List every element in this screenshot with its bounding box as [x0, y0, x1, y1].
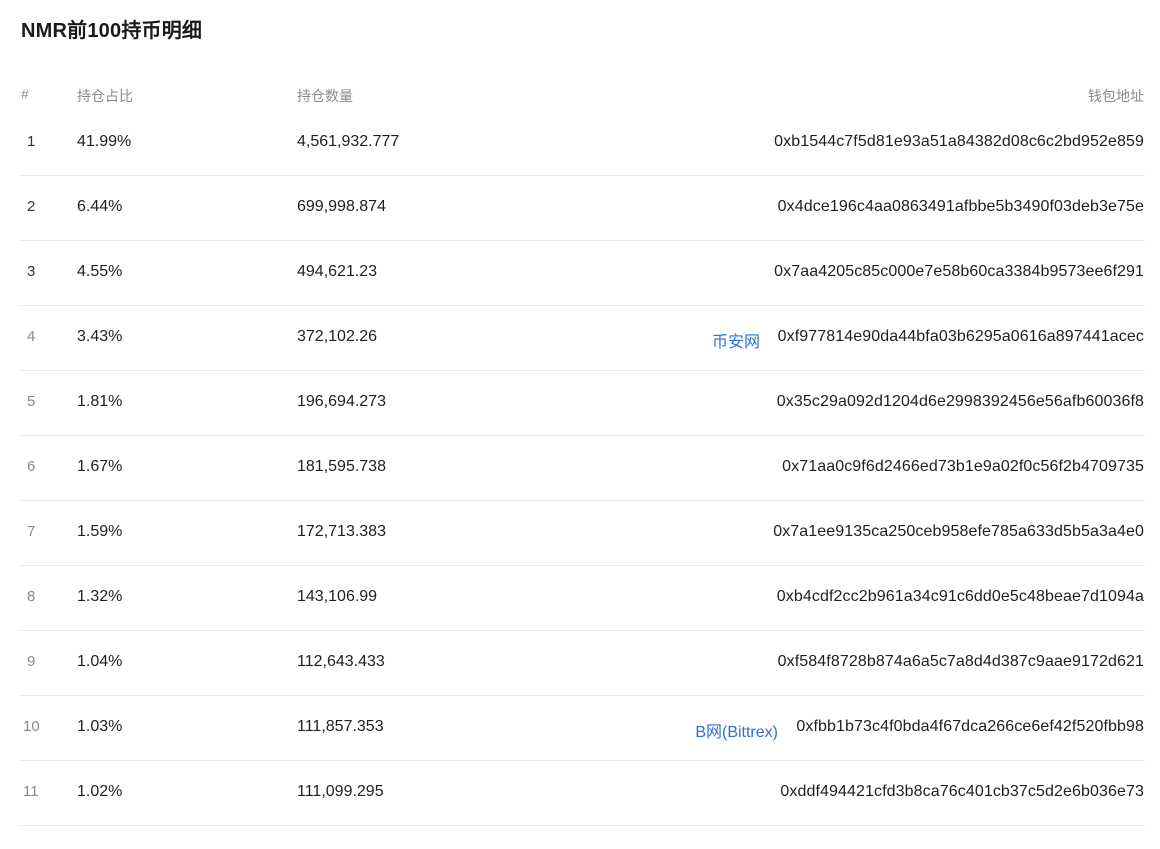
- table-row: 4 3.43% 372,102.26 0xf977814e90da44bfa03b62…: [20, 306, 1145, 371]
- row-address: 0x7aa4205c85c000e7e58b60ca3384b9573ee6f2…: [774, 263, 1144, 280]
- row-percent: 1.02%: [77, 783, 123, 800]
- row-address: 0xfbb1b73c4f0bda4f67dca266ce6ef42f520fbb…: [796, 718, 1144, 735]
- table-row: 1 41.99% 4,561,932.777 0xb1544c7f5d81e93a51…: [20, 111, 1145, 176]
- table-row: 11 1.02% 111,099.295 0xddf494421cfd3b8ca76c…: [20, 761, 1145, 826]
- table-row: 7 1.59% 172,713.383 0x7a1ee9135ca250ceb958e…: [20, 501, 1145, 566]
- row-quantity: 111,099.295: [297, 783, 384, 800]
- row-rank: 4: [27, 328, 36, 345]
- row-quantity: 143,106.99: [297, 588, 378, 605]
- row-quantity: 172,713.383: [297, 523, 386, 540]
- table-header: # 持仓占比 持仓数量 钱包地址: [20, 77, 1145, 111]
- row-percent: 6.44%: [77, 198, 123, 215]
- row-address: 0xf584f8728b874a6a5c7a8d4d387c9aae9172d6…: [777, 653, 1144, 670]
- row-rank: 2: [27, 198, 36, 215]
- row-address: 0xf977814e90da44bfa03b6295a0616a897441ac…: [777, 328, 1144, 345]
- row-rank: 6: [27, 458, 36, 475]
- column-header-address: 钱包地址: [1088, 88, 1144, 104]
- row-rank: 11: [23, 783, 39, 800]
- row-quantity: 699,998.874: [297, 198, 386, 215]
- row-rank: 8: [27, 588, 36, 605]
- row-address: 0x35c29a092d1204d6e2998392456e56afb60036…: [776, 393, 1144, 410]
- row-quantity: 196,694.273: [297, 393, 386, 410]
- column-header-percent: 持仓占比: [77, 88, 133, 104]
- row-quantity: 181,595.738: [297, 458, 386, 475]
- row-address: 0xddf494421cfd3b8ca76c401cb37c5d2e6b036e…: [780, 783, 1144, 800]
- exchange-tag-link[interactable]: 币安网: [712, 328, 760, 352]
- row-percent: 41.99%: [77, 133, 132, 150]
- row-address: 0x4dce196c4aa0863491afbbe5b3490f03deb3e7…: [777, 198, 1144, 215]
- row-percent: 3.43%: [77, 328, 123, 345]
- table-row: 8 1.32% 143,106.99 0xb4cdf2cc2b961a34c91c6d…: [20, 566, 1145, 631]
- row-quantity: 112,643.433: [297, 653, 385, 670]
- page-title: NMR前100持币明细: [21, 20, 203, 42]
- table-row: 3 4.55% 494,621.23 0x7aa4205c85c000e7e58b60…: [20, 241, 1145, 306]
- table-row: 5 1.81% 196,694.273 0x35c29a092d1204d6e2998…: [20, 371, 1145, 436]
- row-rank: 10: [23, 718, 40, 735]
- row-rank: 5: [27, 393, 36, 410]
- row-rank: 9: [27, 653, 36, 670]
- row-percent: 1.67%: [77, 458, 123, 475]
- row-address: 0x71aa0c9f6d2466ed73b1e9a02f0c56f2b47097…: [782, 458, 1144, 475]
- holders-page: NMR前100持币明细 # 持仓占比 持仓数量 钱包地址 1 41.99% 4,56…: [0, 0, 1160, 849]
- exchange-tag-link[interactable]: B网(Bittrex): [695, 718, 778, 742]
- table-row: 9 1.04% 112,643.433 0xf584f8728b874a6a5c7a8…: [20, 631, 1145, 696]
- row-address: 0x7a1ee9135ca250ceb958efe785a633d5b5a3a4…: [773, 523, 1144, 540]
- table-body: 1 41.99% 4,561,932.777 0xb1544c7f5d81e93a51…: [20, 111, 1145, 826]
- row-quantity: 111,857.353: [297, 718, 384, 735]
- table-row: 2 6.44% 699,998.874 0x4dce196c4aa0863491afb…: [20, 176, 1145, 241]
- row-quantity: 4,561,932.777: [297, 133, 400, 150]
- row-percent: 1.04%: [77, 653, 123, 670]
- row-quantity: 372,102.26: [297, 328, 378, 345]
- row-percent: 1.81%: [77, 393, 123, 410]
- row-address: 0xb4cdf2cc2b961a34c91c6dd0e5c48beae7d109…: [776, 588, 1144, 605]
- table-row: 6 1.67% 181,595.738 0x71aa0c9f6d2466ed73b1e…: [20, 436, 1145, 501]
- row-percent: 1.03%: [77, 718, 123, 735]
- row-percent: 1.32%: [77, 588, 123, 605]
- row-quantity: 494,621.23: [297, 263, 378, 280]
- table-row: 10 1.03% 111,857.353 0xfbb1b73c4f0bda4f67dc…: [20, 696, 1145, 761]
- row-address: 0xb1544c7f5d81e93a51a84382d08c6c2bd952e8…: [774, 133, 1144, 150]
- row-rank: 1: [27, 133, 36, 150]
- column-header-rank: #: [21, 86, 29, 102]
- holders-table: # 持仓占比 持仓数量 钱包地址 1 41.99% 4,561,932.777 0xb…: [20, 77, 1145, 826]
- row-percent: 1.59%: [77, 523, 123, 540]
- row-percent: 4.55%: [77, 263, 123, 280]
- row-rank: 3: [27, 263, 36, 280]
- column-header-quantity: 持仓数量: [297, 88, 353, 104]
- row-rank: 7: [27, 523, 36, 540]
